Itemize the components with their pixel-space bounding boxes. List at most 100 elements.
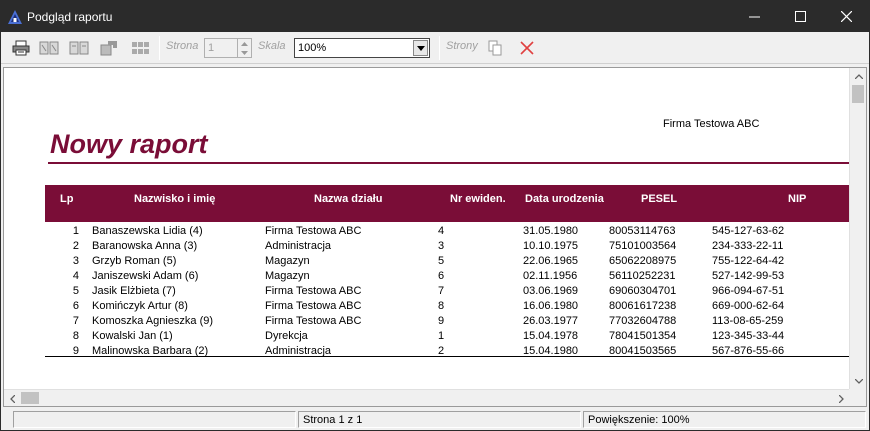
cell-nip: 545-127-63-62 bbox=[712, 225, 785, 237]
cell-lp: 1 bbox=[72, 225, 79, 237]
status-page-info: Strona 1 z 1 bbox=[298, 411, 581, 428]
horizontal-scroll-thumb[interactable] bbox=[21, 392, 39, 404]
scroll-up-button[interactable] bbox=[850, 68, 866, 85]
maximize-icon bbox=[794, 11, 806, 22]
cell-lp: 2 bbox=[72, 240, 79, 252]
multi-page-button[interactable] bbox=[131, 39, 151, 57]
scroll-left-button[interactable] bbox=[4, 390, 21, 406]
cell-pesel: 80053114763 bbox=[609, 225, 676, 237]
cell-department: Magazyn bbox=[265, 255, 310, 267]
toolbar-separator bbox=[439, 36, 440, 60]
scroll-right-button[interactable] bbox=[833, 390, 850, 406]
table-row: 4 Janiszewski Adam (6) Magazyn 6 02.11.1956 5… bbox=[4, 270, 850, 285]
scale-dropdown-button[interactable] bbox=[413, 40, 428, 56]
window-title: Podgląd raportu bbox=[27, 10, 113, 24]
cell-department: Firma Testowa ABC bbox=[265, 300, 362, 312]
maximize-button[interactable] bbox=[777, 1, 823, 32]
table-row: 9 Malinowska Barbara (2) Administracja 2 15.… bbox=[4, 345, 850, 360]
cell-nip: 669-000-62-64 bbox=[712, 300, 785, 312]
chevron-down-icon bbox=[416, 45, 425, 51]
pages-select-button[interactable] bbox=[485, 39, 505, 57]
column-header-birth-date: Data urodzenia bbox=[525, 193, 604, 205]
cell-pesel: 77032604788 bbox=[609, 315, 677, 327]
table-header: Lp Nazwisko i imię Nazwa działu Nr ewide… bbox=[45, 185, 850, 222]
cell-birth-date: 26.03.1977 bbox=[523, 315, 579, 327]
print-setup-button[interactable] bbox=[39, 39, 59, 57]
cell-department: Administracja bbox=[265, 240, 332, 252]
pages-label: Strony bbox=[446, 40, 478, 52]
cell-birth-date: 10.10.1975 bbox=[523, 240, 579, 252]
page-label: Strona bbox=[166, 40, 199, 52]
cell-name: Kowalski Jan (1) bbox=[92, 330, 173, 342]
cell-id-number: 7 bbox=[438, 285, 445, 297]
vertical-scrollbar[interactable] bbox=[849, 68, 866, 390]
status-zoom-info: Powiększenie: 100% bbox=[583, 411, 866, 428]
column-header-name: Nazwisko i imię bbox=[134, 193, 216, 205]
table-row: 2 Baranowska Anna (3) Administracja 3 10.10.… bbox=[4, 240, 850, 255]
cell-id-number: 4 bbox=[438, 225, 445, 237]
cell-id-number: 6 bbox=[438, 270, 445, 282]
cell-id-number: 9 bbox=[438, 315, 445, 327]
grid-pages-icon bbox=[132, 42, 149, 54]
horizontal-scrollbar[interactable] bbox=[4, 389, 850, 406]
cell-department: Firma Testowa ABC bbox=[265, 285, 362, 297]
table-row: 6 Komińczyk Artur (8) Firma Testowa ABC 8 16… bbox=[4, 300, 850, 315]
column-header-pesel: PESEL bbox=[641, 193, 678, 205]
page-stepper-value: 1 bbox=[208, 42, 215, 54]
cell-pesel: 69060304701 bbox=[609, 285, 677, 297]
report-page: Firma Testowa ABC Nowy raport Lp Nazwisk… bbox=[4, 68, 850, 390]
page-setup-icon bbox=[39, 41, 59, 55]
chevron-up-icon bbox=[854, 74, 863, 79]
minimize-button[interactable] bbox=[731, 1, 777, 32]
cell-nip: 113-08-65-259 bbox=[712, 315, 784, 327]
page-stepper[interactable]: 1 bbox=[204, 38, 252, 58]
cell-pesel: 80061617238 bbox=[609, 300, 677, 312]
cell-nip: 966-094-67-51 bbox=[712, 285, 785, 297]
scroll-down-button[interactable] bbox=[850, 373, 866, 390]
report-preview-window: Podgląd raportu Strona 1 Skala 100% Stro… bbox=[0, 0, 870, 431]
report-viewport[interactable]: Firma Testowa ABC Nowy raport Lp Nazwisk… bbox=[3, 67, 867, 407]
cell-birth-date: 31.05.1980 bbox=[523, 225, 579, 237]
close-preview-button[interactable] bbox=[517, 39, 537, 57]
cell-department: Firma Testowa ABC bbox=[265, 315, 362, 327]
minimize-icon bbox=[748, 16, 760, 18]
cell-birth-date: 03.06.1969 bbox=[523, 285, 579, 297]
title-divider bbox=[48, 162, 850, 164]
table-row: 7 Komoszka Agnieszka (9) Firma Testowa ABC… bbox=[4, 315, 850, 330]
two-pages-button[interactable] bbox=[69, 39, 89, 57]
cell-birth-date: 15.04.1978 bbox=[523, 330, 579, 342]
copy-pages-icon bbox=[488, 40, 502, 56]
cell-name: Janiszewski Adam (6) bbox=[92, 270, 199, 282]
scale-select[interactable]: 100% bbox=[294, 38, 430, 58]
cell-department: Dyrekcja bbox=[265, 330, 308, 342]
app-logo-icon bbox=[8, 10, 22, 24]
column-header-lp: Lp bbox=[60, 193, 74, 205]
table-row: 8 Kowalski Jan (1) Dyrekcja 1 15.04.1978 7804… bbox=[4, 330, 850, 345]
cell-name: Komoszka Agnieszka (9) bbox=[92, 315, 214, 327]
stepper-down-button[interactable] bbox=[238, 48, 251, 57]
table-row: 5 Jasik Elżbieta (7) Firma Testowa ABC 7 03.… bbox=[4, 285, 850, 300]
chevron-left-icon bbox=[10, 394, 15, 403]
close-icon bbox=[520, 41, 534, 55]
vertical-scroll-thumb[interactable] bbox=[852, 85, 864, 103]
cell-birth-date: 16.06.1980 bbox=[523, 300, 579, 312]
stepper-up-button[interactable] bbox=[238, 39, 251, 48]
cell-pesel: 56110252231 bbox=[609, 270, 676, 282]
cell-nip: 123-345-33-44 bbox=[712, 330, 785, 342]
print-button[interactable] bbox=[11, 39, 31, 57]
chevron-up-icon bbox=[241, 41, 248, 46]
column-header-id-number: Nr ewiden. bbox=[450, 193, 506, 205]
export-button[interactable] bbox=[99, 39, 119, 57]
scale-select-value: 100% bbox=[298, 42, 327, 54]
cell-id-number: 1 bbox=[438, 330, 445, 342]
cell-lp: 3 bbox=[72, 255, 79, 267]
title-bar[interactable]: Podgląd raportu bbox=[1, 1, 869, 32]
cell-name: Baranowska Anna (3) bbox=[92, 240, 198, 252]
cell-department: Magazyn bbox=[265, 270, 310, 282]
cell-pesel: 65062208975 bbox=[609, 255, 677, 267]
cell-pesel: 75101003564 bbox=[609, 240, 677, 252]
cell-lp: 7 bbox=[72, 315, 79, 327]
cell-name: Jasik Elżbieta (7) bbox=[92, 285, 176, 297]
close-window-button[interactable] bbox=[823, 1, 869, 32]
column-header-department: Nazwa działu bbox=[314, 193, 383, 205]
